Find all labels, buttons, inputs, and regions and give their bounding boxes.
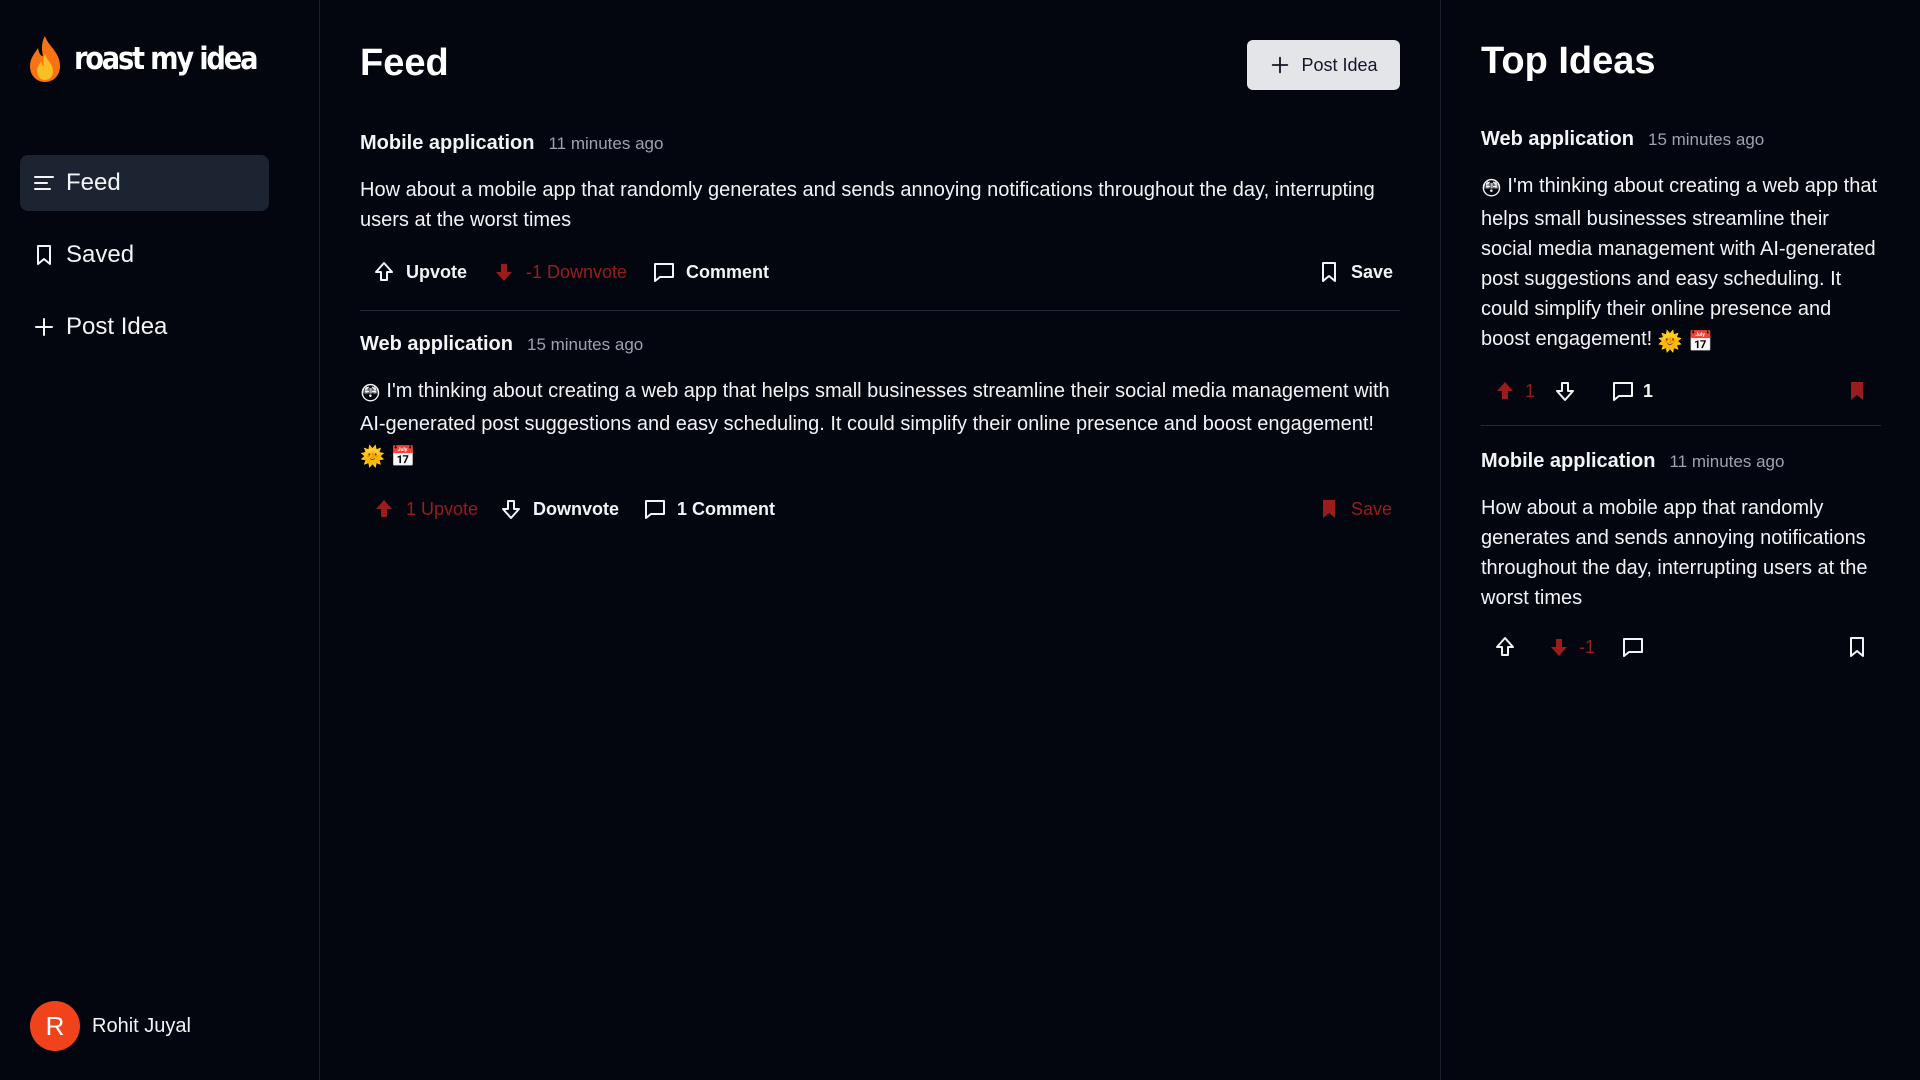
upvote-label: Upvote [406,261,468,282]
bookmark-icon [37,245,51,265]
comment-button[interactable]: 1 [1611,371,1653,411]
top-ideas-panel: Top Ideas Web application 15 minutes ago… [1440,0,1920,1080]
downvote-button[interactable]: -1 [1547,627,1595,667]
comment-icon [1623,638,1643,657]
comment-count: 1 [1643,380,1654,401]
post-body: How about a mobile app that randomly gen… [360,179,1375,231]
post-timestamp: 11 minutes ago [548,134,664,153]
comment-icon [1613,382,1633,401]
upvote-button[interactable]: Upvote [372,252,467,292]
comment-button[interactable] [1621,627,1645,667]
save-label: Save [1351,498,1393,519]
logo-text: roast my idea [74,41,258,77]
post-idea-button[interactable]: Post Idea [1247,40,1400,90]
bookmark-filled-icon [1851,382,1863,400]
arrow-up-filled-icon [376,500,392,517]
post-category: Mobile application [360,132,535,154]
arrow-down-outline-icon [1556,382,1574,401]
comment-button[interactable]: Comment [652,252,769,292]
save-button[interactable] [1845,371,1869,411]
arrow-up-outline-icon [375,262,393,281]
page-title: Feed [360,42,449,84]
plus-icon [1272,56,1289,74]
post-timestamp: 15 minutes ago [1647,130,1765,149]
post-timestamp: 11 minutes ago [1669,452,1785,471]
app-logo[interactable]: roast my idea [24,34,281,84]
downvote-button[interactable]: -1 Downvote [492,252,627,292]
user-name: Rohit Juyal [92,1014,191,1037]
post-category: Web application [360,333,513,355]
sun-calendar-emoji: 🌞 📅 [360,446,416,468]
save-button[interactable]: Save [1317,489,1392,529]
feed-post: Mobile application 11 minutes ago How ab… [360,132,1400,292]
downvote-button[interactable] [1553,371,1577,411]
bookmark-icon [1850,637,1864,657]
save-button[interactable] [1845,627,1869,667]
post-body-text: I'm thinking about creating a web app th… [360,380,1390,435]
sidebar-item-label: Post Idea [66,313,168,340]
post-timestamp: 15 minutes ago [526,335,644,354]
feed-post: Web application 15 minutes ago 😳 I'm thi… [360,333,1400,529]
post-actions: -1 [1481,627,1881,667]
bookmark-icon [1322,262,1336,282]
sidebar-item-feed[interactable]: Feed [20,155,269,211]
upvote-button[interactable]: 1 Upvote [372,489,478,529]
user-profile[interactable]: R Rohit Juyal [30,1001,191,1051]
top-ideas-title: Top Ideas [1481,40,1656,82]
flame-icon [30,36,60,82]
sun-calendar-emoji: 🌞 📅 [1657,331,1714,353]
downvote-label: Downvote [533,498,620,519]
downvote-label: -1 Downvote [526,261,628,282]
comment-icon [654,263,674,282]
menu-icon [34,176,54,190]
upvote-button[interactable]: 1 [1493,371,1535,411]
comment-label: Comment [686,261,770,282]
post-actions: 1 Upvote Downvote 1 Comment Save [360,489,1400,529]
flushed-emoji: 😳 [1481,178,1502,200]
post-idea-button-label: Post Idea [1301,54,1378,75]
arrow-up-filled-icon [1497,382,1513,399]
post-divider [360,310,1400,311]
post-actions: 1 1 [1481,371,1881,411]
post-body: 😳 I'm thinking about creating a web app … [360,376,1405,472]
upvote-label: 1 Upvote [406,498,479,519]
save-label: Save [1351,261,1394,282]
comment-icon [645,500,665,519]
arrow-down-filled-icon [1551,639,1567,656]
sidebar-item-saved[interactable]: Saved [20,227,269,283]
arrow-down-filled-icon [496,264,512,281]
avatar: R [30,1001,80,1051]
top-idea-divider [1481,425,1881,426]
sidebar: roast my idea Feed Saved Post Idea R Roh… [0,0,320,1080]
arrow-up-outline-icon [1496,637,1514,656]
downvote-count: -1 [1579,636,1596,657]
sidebar-item-label: Feed [66,169,121,196]
comment-button[interactable]: 1 Comment [643,489,775,529]
plus-icon [35,318,53,336]
post-body: 😳 I'm thinking about creating a web app … [1481,171,1881,357]
sidebar-nav: Feed Saved Post Idea [20,155,269,371]
upvote-count: 1 [1525,380,1536,401]
bookmark-filled-icon [1323,500,1335,518]
post-actions: Upvote -1 Downvote Comment Save [360,252,1400,292]
arrow-down-outline-icon [502,500,520,519]
sidebar-item-post-idea[interactable]: Post Idea [20,299,269,355]
top-idea-card: Web application 15 minutes ago 😳 I'm thi… [1481,128,1881,411]
post-category: Web application [1481,128,1634,150]
sidebar-item-label: Saved [66,241,135,268]
flushed-emoji: 😳 [360,383,381,405]
upvote-button[interactable] [1493,627,1517,667]
top-idea-card: Mobile application 11 minutes ago How ab… [1481,450,1881,667]
post-category: Mobile application [1481,450,1656,472]
downvote-button[interactable]: Downvote [499,489,619,529]
comment-label: 1 Comment [677,498,776,519]
post-body: How about a mobile app that randomly gen… [1481,497,1868,609]
post-body-text: I'm thinking about creating a web app th… [1481,175,1878,350]
save-button[interactable]: Save [1317,252,1393,292]
